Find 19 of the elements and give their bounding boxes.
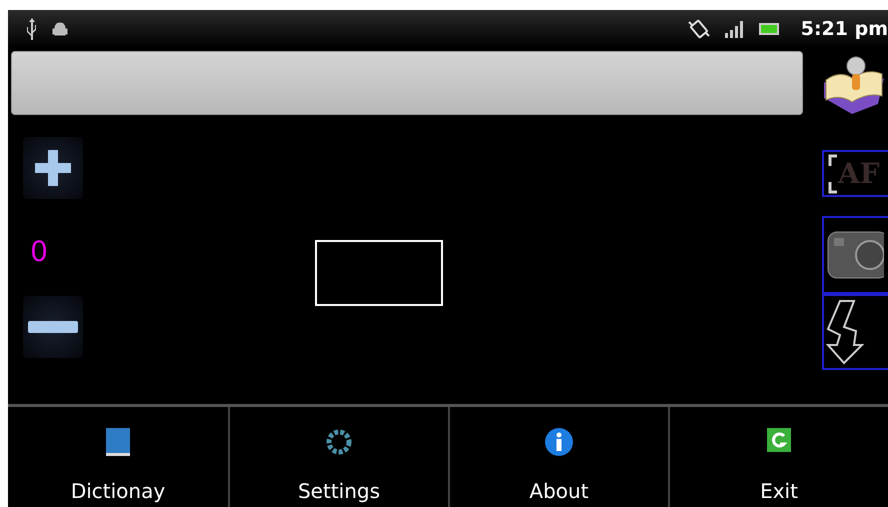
search-field[interactable] (11, 51, 803, 115)
flash-button[interactable] (822, 294, 888, 370)
clock: 5:21 pm (800, 18, 888, 40)
focus-brackets-icon (828, 154, 838, 194)
exit-icon (766, 427, 792, 453)
plus-icon (33, 148, 73, 188)
book-icon (105, 427, 131, 457)
gear-icon (324, 427, 354, 457)
minus-icon (28, 321, 78, 333)
info-icon (544, 427, 574, 457)
zoom-in-button[interactable] (23, 137, 83, 199)
signal-icon (724, 20, 745, 38)
battery-icon (758, 23, 779, 35)
zoom-out-button[interactable] (23, 296, 83, 358)
usb-icon (26, 18, 38, 40)
zoom-level: 0 (30, 235, 48, 268)
flash-icon (824, 299, 864, 365)
camera-button[interactable] (822, 216, 888, 294)
vibrate-icon (686, 18, 711, 40)
